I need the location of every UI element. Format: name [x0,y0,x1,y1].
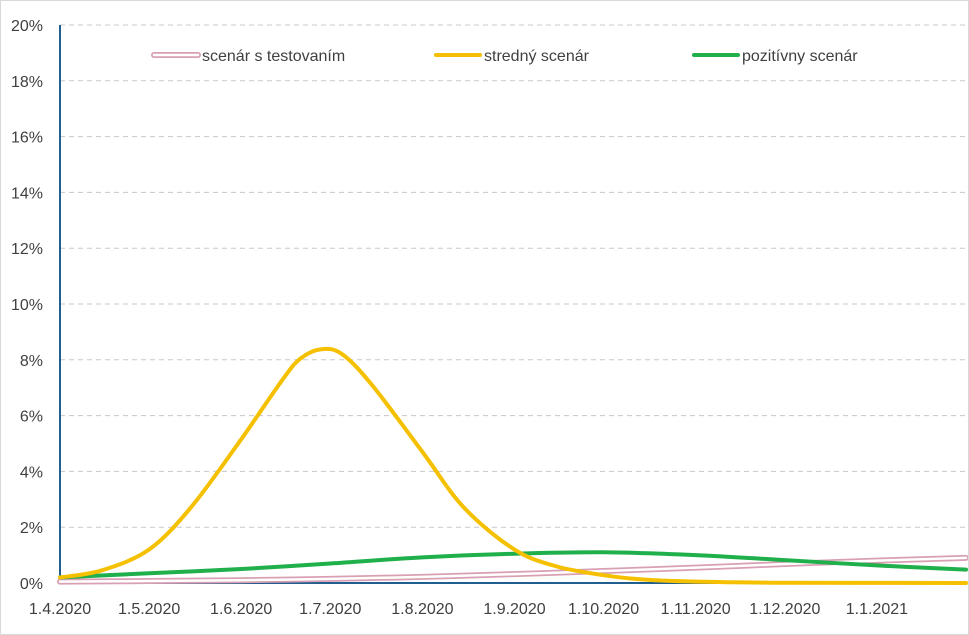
y-tick-label: 16% [11,130,43,147]
series-2 [58,346,968,585]
legend-label: scenár s testovaním [202,48,345,65]
x-tick-label: 1.5.2020 [118,601,180,618]
x-tick-label: 1.1.2021 [846,601,908,618]
series-lines [57,346,968,585]
y-tick-label: 18% [11,74,43,91]
x-tick-label: 1.10.2020 [568,601,639,618]
x-tick-label: 1.9.2020 [483,601,545,618]
y-tick-label: 2% [20,520,43,537]
legend-label: stredný scenár [484,48,590,65]
legend-item: stredný scenár [434,48,590,65]
legend: scenár s testovaním stredný scenár pozitív… [151,48,858,65]
line-chart: 0% 2% 4% 6% 8% 10% 12% 14% 16% 18% 20% 1.4.2020 1.5… [11,18,968,618]
gridlines [60,24,966,528]
y-tick-label: 10% [11,297,43,314]
y-tick-label: 20% [11,18,43,35]
y-tick-label: 14% [11,185,43,202]
y-tick-label: 0% [20,576,43,593]
x-tick-label: 1.6.2020 [210,601,272,618]
legend-item: pozitívny scenár [692,48,858,65]
x-tick-label: 1.11.2020 [661,601,731,618]
x-axis: 1.4.2020 1.5.2020 1.6.2020 1.7.2020 1.8.2020… [29,582,966,618]
y-axis: 0% 2% 4% 6% 8% 10% 12% 14% 16% 18% 20% [11,18,61,593]
series-line [58,346,968,585]
x-tick-label: 1.7.2020 [299,601,361,618]
x-tick-label: 1.12.2020 [749,601,820,618]
legend-item: scenár s testovaním [151,48,345,65]
y-tick-label: 8% [20,353,43,370]
chart-frame: 0% 2% 4% 6% 8% 10% 12% 14% 16% 18% 20% 1.4.2020 1.5… [0,0,969,635]
x-tick-label: 1.4.2020 [29,601,91,618]
y-tick-label: 12% [11,241,43,258]
x-tick-label: 1.8.2020 [391,601,453,618]
y-tick-label: 6% [20,409,43,426]
y-tick-label: 4% [20,464,43,481]
legend-label: pozitívny scenár [742,48,858,65]
